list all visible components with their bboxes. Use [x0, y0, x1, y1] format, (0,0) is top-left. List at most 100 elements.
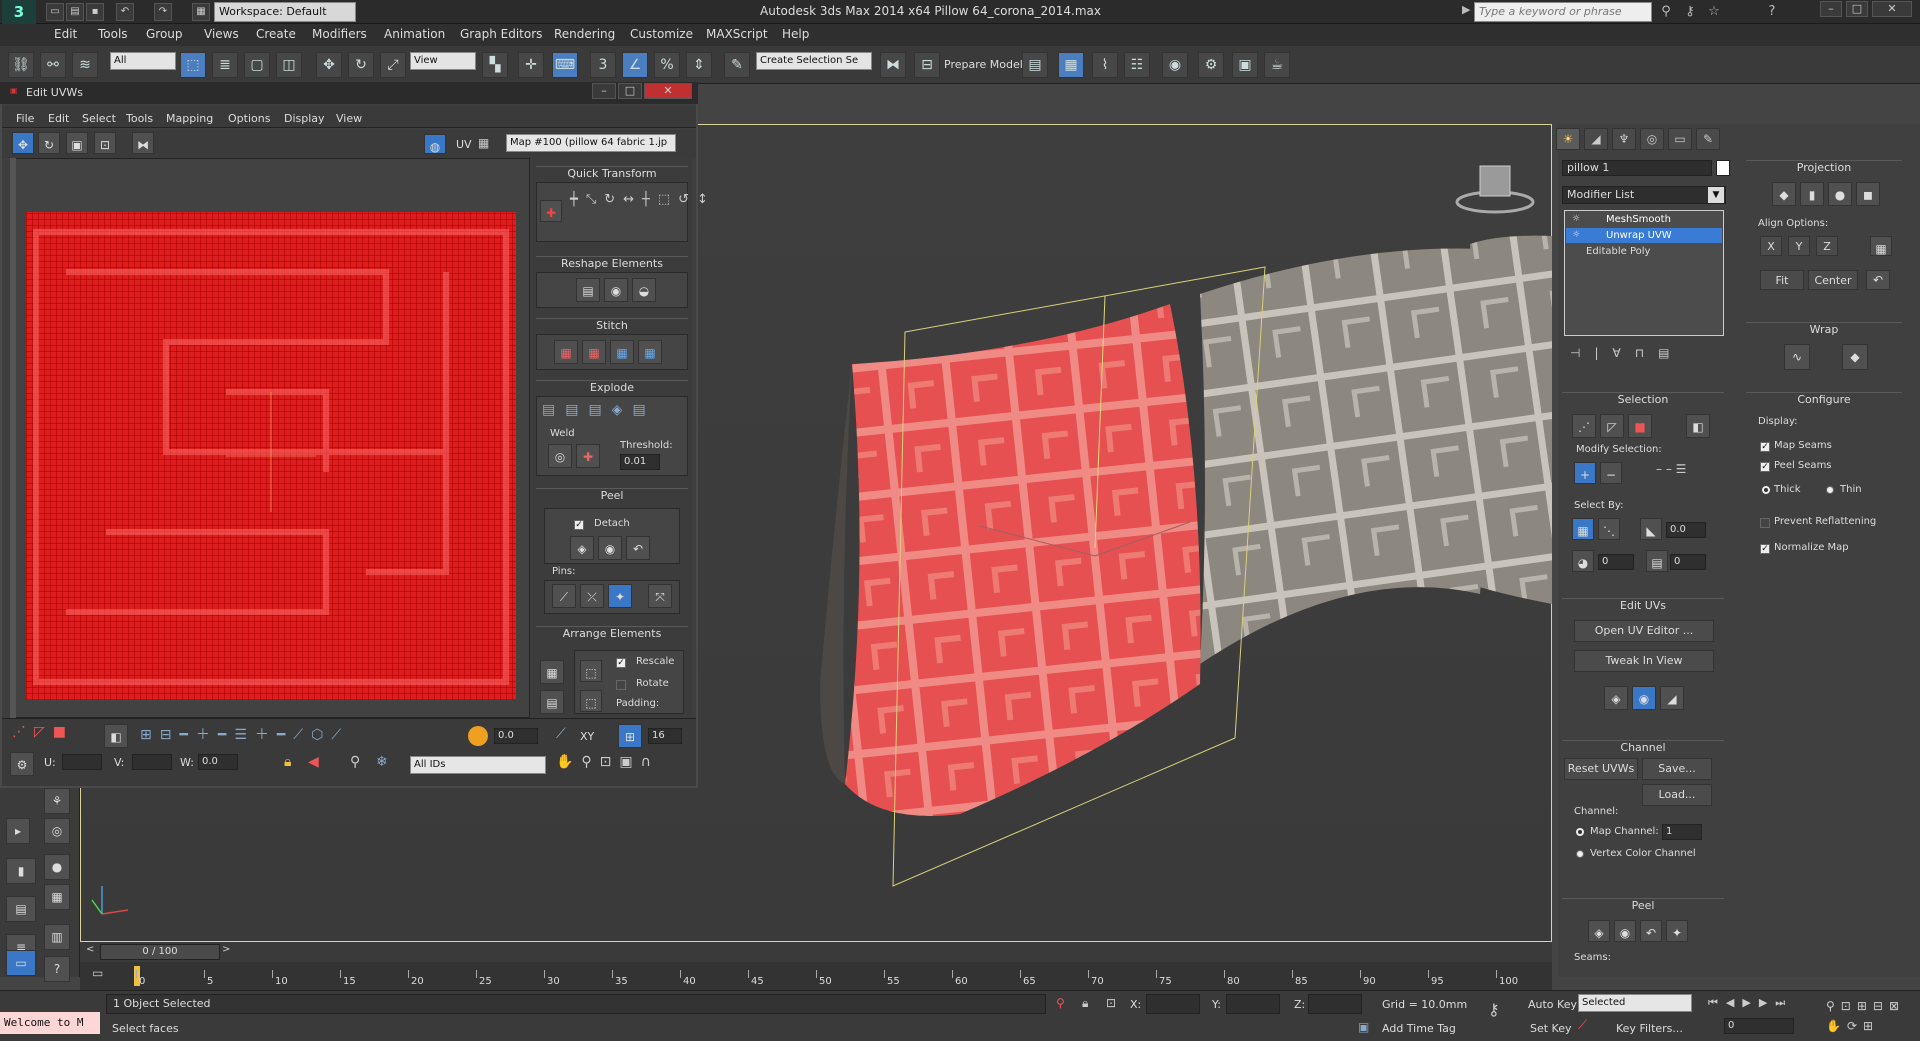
bind-spacewarp-icon[interactable]: ≋ — [72, 52, 98, 78]
rendered-frame-icon[interactable]: ▣ — [1232, 52, 1258, 78]
schematic-view-icon[interactable]: ☷ — [1124, 52, 1150, 78]
uv-menu-options[interactable]: Options — [228, 112, 270, 125]
arrow-right-icon[interactable]: ▶ — [1462, 3, 1470, 16]
falloff-type-icon[interactable]: ⟋ — [556, 726, 566, 742]
shrink-selection-icon[interactable]: − — [1600, 462, 1622, 484]
explode-title[interactable]: Explode — [536, 380, 688, 394]
uv-scrollbar[interactable] — [10, 158, 16, 718]
selection-rollout-title[interactable]: Selection — [1562, 392, 1724, 406]
selection-tools-icons[interactable]: ⊞⊟━＋━☰＋━⟋⬡⟋ — [140, 724, 450, 748]
ids-dropdown[interactable]: All IDs — [410, 756, 546, 774]
uv-move-icon[interactable]: ✥ — [12, 132, 34, 154]
lightbulb-icon[interactable]: ☼ — [1572, 214, 1580, 224]
pixel-spinner[interactable]: 16 — [648, 728, 682, 744]
subobject-mode-icons[interactable]: ⋰◸■ — [12, 724, 82, 748]
time-tag-icon[interactable]: ▣ — [1358, 1020, 1369, 1034]
binoculars-icon[interactable]: ⚲ — [1656, 3, 1676, 21]
active-layout-icon[interactable]: ▭ — [6, 950, 36, 976]
rescale-checkbox[interactable]: ✓ — [616, 658, 626, 668]
planar-angle-icon[interactable]: ◣ — [1640, 518, 1662, 540]
render-setup-icon[interactable]: ⚙ — [1198, 52, 1224, 78]
pivot-icon[interactable]: ✚ — [540, 200, 562, 222]
uv-menu-display[interactable]: Display — [284, 112, 325, 125]
keyboard-shortcut-icon[interactable]: ⌨ — [552, 52, 578, 78]
sphere-icon[interactable]: ● — [44, 854, 70, 880]
weld-target-icon[interactable]: ◎ — [548, 444, 572, 468]
uv-menu-file[interactable]: File — [16, 112, 34, 125]
scale-icon[interactable]: ⤢ — [380, 52, 406, 78]
pack-custom-icon[interactable]: ⬚ — [580, 660, 602, 682]
unpin-icon[interactable]: ⤫ — [580, 584, 604, 608]
curve-editor-icon[interactable]: ⌇ — [1092, 52, 1118, 78]
time-prev-icon[interactable]: < — [86, 944, 100, 960]
reset-uvws-button[interactable]: Reset UVWs — [1564, 758, 1638, 780]
manipulate-icon[interactable]: ✛ — [518, 52, 544, 78]
move-icon[interactable]: ✥ — [316, 52, 342, 78]
workspace-dropdown[interactable]: Workspace: Default — [214, 2, 356, 22]
auto-pin-icon[interactable]: ✦ — [608, 584, 632, 608]
key-icon[interactable]: ⚷ — [1488, 1000, 1500, 1019]
align-z-button[interactable]: Z — [1816, 236, 1838, 256]
explode-icons[interactable]: ▤▤▤◈▤ — [542, 402, 682, 424]
wrap-rollout-title[interactable]: Wrap — [1746, 322, 1902, 336]
stack-item-editable-poly[interactable]: Editable Poly — [1566, 244, 1722, 259]
cylindrical-map-icon[interactable]: ▮ — [1800, 182, 1824, 206]
uv-maximize-button[interactable]: □ — [618, 83, 642, 99]
motion-tab-icon[interactable]: ◎ — [1640, 128, 1664, 150]
align-transform-icons[interactable]: ┿⤡↻↔┼⬚↺↕ — [570, 188, 708, 238]
absolute-mode-icon[interactable]: ⊡ — [1106, 996, 1116, 1010]
relax-until-flat-icon[interactable]: ◉ — [604, 278, 628, 302]
uv-scale-icon[interactable]: ▣ — [66, 132, 88, 154]
filter-icon[interactable]: ◀ — [308, 754, 319, 770]
time-next-icon[interactable]: > — [222, 944, 236, 960]
stitch-custom-icon[interactable]: ▦ — [638, 340, 662, 364]
peel-mode-icon[interactable]: ◈ — [1588, 920, 1610, 942]
layer-manager-icon[interactable]: ▤ — [1022, 52, 1048, 78]
help-circle-icon[interactable]: ? — [44, 956, 70, 982]
help-icon[interactable]: ? — [1762, 3, 1782, 21]
stack-item-meshsmooth[interactable]: MeshSmooth — [1566, 212, 1722, 227]
reset-peel-icon[interactable]: ↶ — [626, 536, 650, 560]
uv-close-button[interactable]: ✕ — [644, 83, 692, 99]
menu-graph-editors[interactable]: Graph Editors — [460, 27, 542, 41]
thin-radio[interactable] — [1826, 486, 1834, 494]
stitch-to-target-icon[interactable]: ▦ — [554, 340, 578, 364]
relax-icon[interactable]: ◢ — [1660, 686, 1684, 710]
straighten-icon[interactable]: ▤ — [576, 278, 600, 302]
menu-group[interactable]: Group — [146, 27, 183, 41]
object-name-field[interactable]: pillow 1 — [1562, 160, 1712, 176]
named-selection-dropdown[interactable]: Create Selection Se — [756, 52, 872, 70]
stack-item-unwrap-uvw[interactable]: Unwrap UVW — [1566, 228, 1722, 243]
set-key-button[interactable]: Set Key — [1530, 1022, 1572, 1035]
auto-key-button[interactable]: Auto Key — [1528, 998, 1577, 1011]
relax-uv-icon[interactable]: ◒ — [632, 278, 656, 302]
detach-checkbox[interactable]: ✓ — [574, 520, 584, 530]
edit-uvs-rollout-title[interactable]: Edit UVs — [1562, 598, 1724, 612]
smoothing-group-spinner[interactable]: 0 — [1670, 554, 1706, 570]
spinner-snap-icon[interactable]: ⇕ — [686, 52, 712, 78]
planar-map-icon[interactable]: ◆ — [1772, 182, 1796, 206]
element-mode-icon[interactable]: ◧ — [104, 724, 128, 748]
arrange-elements-title[interactable]: Arrange Elements — [536, 626, 688, 640]
key-icon[interactable]: ⚷ — [1680, 3, 1700, 21]
menu-tools[interactable]: Tools — [98, 27, 128, 41]
map-channel-spinner[interactable]: 1 — [1662, 824, 1702, 840]
planar-angle-spinner[interactable]: 0.0 — [1666, 522, 1706, 538]
stitch-title[interactable]: Stitch — [536, 318, 688, 332]
save-file-icon[interactable]: ▪ — [86, 3, 104, 21]
menu-animation[interactable]: Animation — [384, 27, 445, 41]
uv-freeform-icon[interactable]: ⊡ — [94, 132, 116, 154]
hierarchy-tab-icon[interactable]: ♆ — [1612, 128, 1636, 150]
menu-views[interactable]: Views — [204, 27, 239, 41]
select-by-material-icon[interactable]: ◕ — [1572, 550, 1594, 572]
spline-map-icon[interactable]: ∿ — [1784, 344, 1810, 370]
channel-rollout-title[interactable]: Channel — [1562, 740, 1724, 754]
modify-tab-icon[interactable]: ◢ — [1584, 128, 1608, 150]
select-pins-icon[interactable]: ⤧ — [648, 584, 672, 608]
uv-settings-icon[interactable]: ⚙ — [10, 752, 34, 776]
prevent-reflattening-checkbox[interactable] — [1760, 518, 1770, 528]
tweak-in-view-button[interactable]: Tweak In View — [1574, 650, 1714, 672]
stitch-to-source-icon[interactable]: ▦ — [610, 340, 634, 364]
lightbulb-icon[interactable]: ☼ — [1572, 230, 1580, 240]
display-tab-icon[interactable]: ▭ — [1668, 128, 1692, 150]
